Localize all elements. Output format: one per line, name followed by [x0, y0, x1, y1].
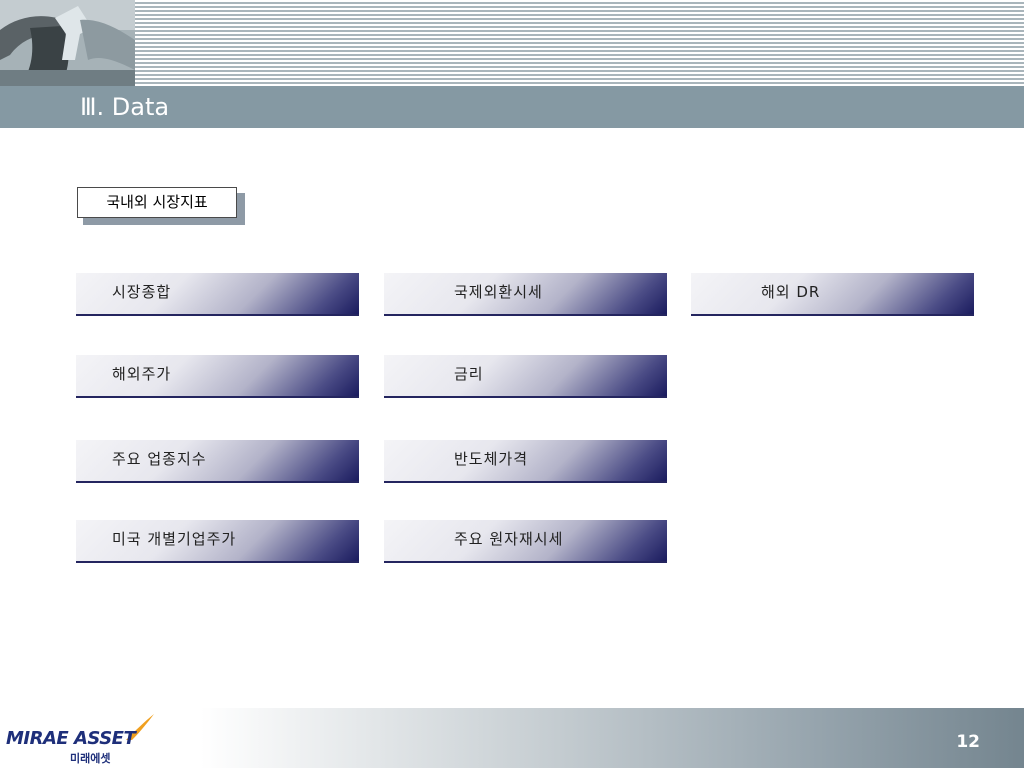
nav-button-intl-fx[interactable]: 국제외환시세: [384, 273, 667, 316]
logo-text: MIRAE ASSET: [6, 728, 136, 749]
footer-bar: 12: [200, 708, 1024, 768]
section-label: 국내외 시장지표: [77, 187, 237, 218]
nav-button-overseas-stocks[interactable]: 해외주가: [76, 355, 359, 398]
nav-button-label: 주요 업종지수: [112, 450, 207, 468]
nav-button-label: 국제외환시세: [454, 283, 543, 301]
nav-button-label: 주요 원자재시세: [454, 530, 564, 548]
logo-subtext: 미래에셋: [70, 752, 111, 765]
company-logo: MIRAE ASSET 미래에셋: [6, 712, 156, 765]
nav-button-interest-rates[interactable]: 금리: [384, 355, 667, 398]
nav-button-major-commodities[interactable]: 주요 원자재시세: [384, 520, 667, 563]
page-title: Ⅲ. Data: [80, 93, 170, 121]
nav-button-label: 시장종합: [112, 283, 172, 301]
nav-button-label: 해외 DR: [761, 283, 821, 301]
nav-button-label: 미국 개별기업주가: [112, 530, 237, 548]
title-bar: Ⅲ. Data: [0, 86, 1024, 128]
nav-button-major-sector-index[interactable]: 주요 업종지수: [76, 440, 359, 483]
nav-button-label: 반도체가격: [454, 450, 529, 468]
nav-button-label: 해외주가: [112, 365, 172, 383]
header-photo: [0, 0, 135, 86]
nav-button-us-individual-stocks[interactable]: 미국 개별기업주가: [76, 520, 359, 563]
section-label-box: 국내외 시장지표: [77, 187, 245, 225]
nav-button-market-summary[interactable]: 시장종합: [76, 273, 359, 316]
nav-button-label: 금리: [454, 365, 484, 383]
slide-page: Ⅲ. Data 국내외 시장지표 시장종합 국제외환시세 해외 DR 해외주가 …: [0, 0, 1024, 768]
page-number: 12: [956, 732, 980, 752]
nav-button-semiconductor-prices[interactable]: 반도체가격: [384, 440, 667, 483]
header-stripes: [135, 0, 1024, 86]
nav-button-overseas-dr[interactable]: 해외 DR: [691, 273, 974, 316]
